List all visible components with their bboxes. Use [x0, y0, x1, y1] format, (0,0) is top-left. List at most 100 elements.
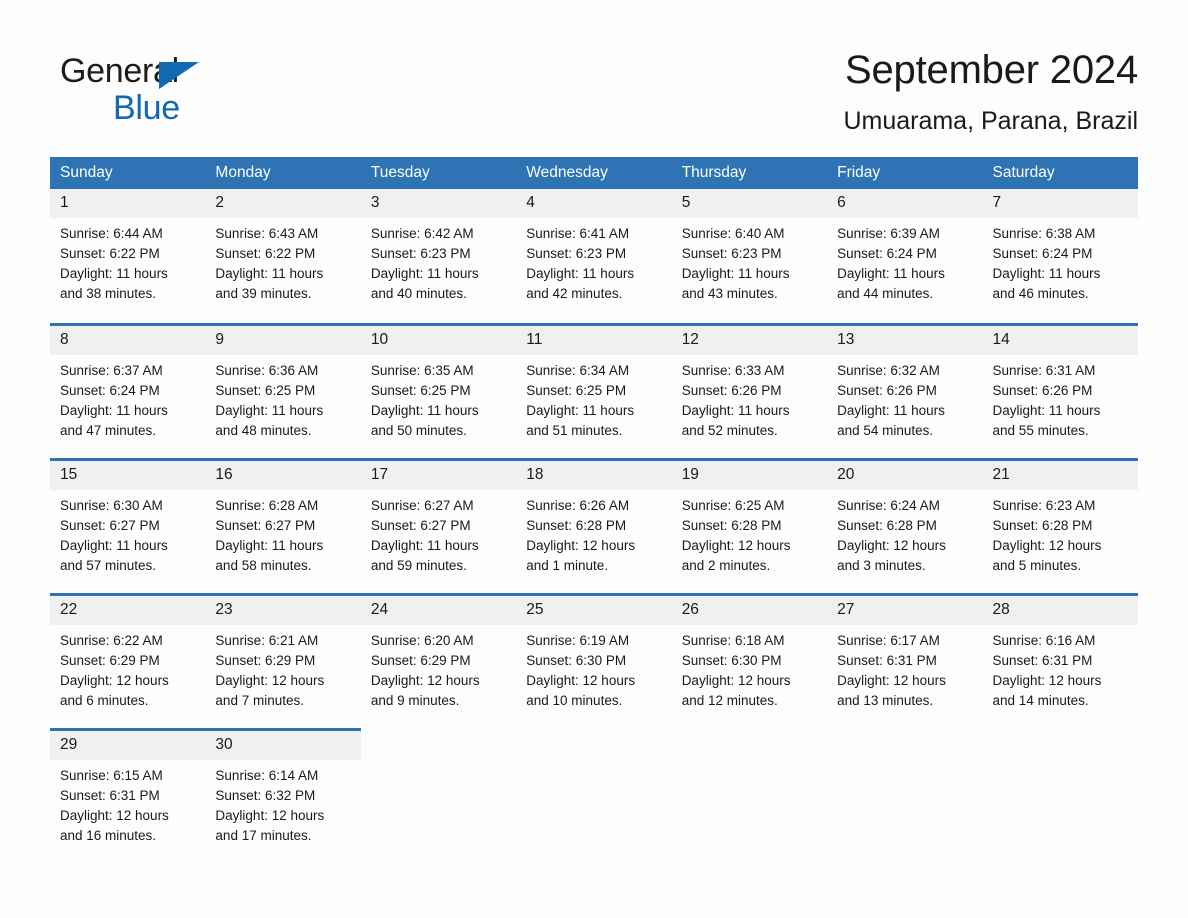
daylight-text-line2: and 12 minutes.	[681, 692, 778, 708]
sunrise-text: Sunrise: 6:44 AM	[60, 226, 163, 241]
calendar-day-cell[interactable]: 14 Sunrise: 6:31 AM Sunset: 6:26 PM Dayl…	[982, 322, 1138, 459]
day-number: 6	[827, 189, 983, 218]
daylight-text-line2: and 55 minutes.	[992, 422, 1089, 438]
weekday-header-wednesday: Wednesday	[516, 157, 672, 189]
calendar-day-cell[interactable]: 27 Sunrise: 6:17 AM Sunset: 6:31 PM Dayl…	[827, 592, 983, 729]
calendar-week-row: 1 Sunrise: 6:44 AM Sunset: 6:22 PM Dayli…	[50, 189, 1138, 324]
daylight-text-line1: Daylight: 11 hours	[370, 266, 479, 281]
daylight-text-line2: and 59 minutes.	[370, 557, 467, 573]
calendar-day-cell[interactable]: 30 Sunrise: 6:14 AM Sunset: 6:32 PM Dayl…	[205, 727, 361, 849]
calendar-day-cell[interactable]: 23 Sunrise: 6:21 AM Sunset: 6:29 PM Dayl…	[205, 592, 361, 729]
day-number: 8	[50, 325, 206, 355]
daylight-text-line2: and 43 minutes.	[681, 286, 778, 301]
daylight-text-line2: and 40 minutes.	[370, 286, 467, 301]
calendar-day-cell[interactable]: 11 Sunrise: 6:34 AM Sunset: 6:25 PM Dayl…	[516, 322, 672, 459]
calendar-day-cell[interactable]: 29 Sunrise: 6:15 AM Sunset: 6:31 PM Dayl…	[50, 727, 206, 849]
calendar-day-cell[interactable]: 16 Sunrise: 6:28 AM Sunset: 6:27 PM Dayl…	[205, 457, 361, 594]
sunset-text: Sunset: 6:23 PM	[681, 246, 782, 261]
day-number: 10	[360, 325, 517, 355]
logo-text-blue: Blue	[113, 89, 180, 127]
sunset-text: Sunset: 6:31 PM	[992, 652, 1093, 668]
calendar-day-cell[interactable]: 7 Sunrise: 6:38 AM Sunset: 6:24 PM Dayli…	[982, 189, 1138, 324]
sunrise-text: Sunrise: 6:26 AM	[526, 497, 630, 513]
weekday-header-tuesday: Tuesday	[360, 157, 517, 189]
calendar-day-cell[interactable]: 12 Sunrise: 6:33 AM Sunset: 6:26 PM Dayl…	[671, 322, 828, 459]
day-number: 4	[516, 189, 672, 218]
sunrise-text: Sunrise: 6:24 AM	[837, 497, 940, 513]
sunrise-text: Sunrise: 6:34 AM	[526, 362, 630, 378]
calendar-day-cell[interactable]: 18 Sunrise: 6:26 AM Sunset: 6:28 PM Dayl…	[516, 457, 672, 594]
daylight-text-line1: Daylight: 11 hours	[215, 402, 324, 418]
day-number: 25	[516, 595, 672, 625]
daylight-text-line2: and 38 minutes.	[60, 286, 157, 301]
calendar-day-cell-empty	[827, 729, 982, 849]
day-number	[361, 729, 516, 758]
daylight-text-line2: and 57 minutes.	[60, 557, 157, 573]
daylight-text-line1: Daylight: 11 hours	[215, 537, 324, 553]
sunset-text: Sunset: 6:26 PM	[837, 382, 937, 398]
day-number	[672, 729, 827, 758]
calendar-day-cell[interactable]: 28 Sunrise: 6:16 AM Sunset: 6:31 PM Dayl…	[982, 592, 1138, 729]
calendar-day-cell[interactable]: 3 Sunrise: 6:42 AM Sunset: 6:23 PM Dayli…	[360, 189, 517, 324]
day-number: 16	[205, 460, 361, 490]
daylight-text-line1: Daylight: 12 hours	[526, 672, 636, 688]
weekday-header-saturday: Saturday	[982, 157, 1138, 189]
sunrise-text: Sunrise: 6:21 AM	[215, 632, 319, 648]
sunrise-text: Sunrise: 6:31 AM	[992, 362, 1096, 378]
weekday-header-monday: Monday	[205, 157, 361, 189]
daylight-text-line2: and 51 minutes.	[526, 422, 623, 438]
calendar-day-cell[interactable]: 15 Sunrise: 6:30 AM Sunset: 6:27 PM Dayl…	[50, 457, 206, 594]
calendar-day-cell[interactable]: 2 Sunrise: 6:43 AM Sunset: 6:22 PM Dayli…	[205, 189, 361, 324]
day-number: 1	[50, 189, 206, 218]
daylight-text-line2: and 3 minutes.	[837, 557, 926, 573]
sunset-text: Sunset: 6:22 PM	[215, 246, 316, 261]
calendar-day-cell[interactable]: 4 Sunrise: 6:41 AM Sunset: 6:23 PM Dayli…	[516, 189, 672, 324]
sunset-text: Sunset: 6:27 PM	[215, 517, 316, 533]
sunrise-text: Sunrise: 6:38 AM	[992, 226, 1096, 241]
calendar-day-cell[interactable]: 9 Sunrise: 6:36 AM Sunset: 6:25 PM Dayli…	[205, 322, 361, 459]
day-number: 3	[360, 189, 517, 218]
calendar-week-row: 8 Sunrise: 6:37 AM Sunset: 6:24 PM Dayli…	[50, 322, 1138, 459]
sunset-text: Sunset: 6:25 PM	[370, 382, 471, 398]
daylight-text-line2: and 5 minutes.	[992, 557, 1082, 573]
sunset-text: Sunset: 6:29 PM	[60, 652, 160, 668]
daylight-text-line1: Daylight: 11 hours	[370, 537, 479, 553]
daylight-text-line2: and 13 minutes.	[837, 692, 934, 708]
sunrise-text: Sunrise: 6:40 AM	[681, 226, 785, 241]
daylight-text-line1: Daylight: 11 hours	[681, 266, 790, 281]
calendar-day-cell[interactable]: 19 Sunrise: 6:25 AM Sunset: 6:28 PM Dayl…	[671, 457, 828, 594]
daylight-text-line1: Daylight: 11 hours	[60, 402, 168, 418]
sunset-text: Sunset: 6:24 PM	[992, 246, 1093, 261]
daylight-text-line1: Daylight: 12 hours	[370, 672, 480, 688]
page-title: September 2024	[845, 48, 1138, 92]
general-blue-logo: General Blue	[60, 50, 240, 130]
sunrise-text: Sunrise: 6:19 AM	[526, 632, 630, 648]
daylight-text-line2: and 48 minutes.	[215, 422, 312, 438]
calendar-day-cell[interactable]: 24 Sunrise: 6:20 AM Sunset: 6:29 PM Dayl…	[360, 592, 517, 729]
calendar-day-cell[interactable]: 21 Sunrise: 6:23 AM Sunset: 6:28 PM Dayl…	[982, 457, 1138, 594]
calendar-day-cell[interactable]: 25 Sunrise: 6:19 AM Sunset: 6:30 PM Dayl…	[516, 592, 672, 729]
page-header: General Blue September 2024 Umuarama, Pa…	[50, 44, 1138, 149]
calendar-day-cell[interactable]: 17 Sunrise: 6:27 AM Sunset: 6:27 PM Dayl…	[360, 457, 517, 594]
sunset-text: Sunset: 6:29 PM	[370, 652, 471, 668]
calendar-day-cell[interactable]: 1 Sunrise: 6:44 AM Sunset: 6:22 PM Dayli…	[50, 189, 206, 324]
daylight-text-line2: and 17 minutes.	[215, 827, 312, 843]
calendar-day-cell[interactable]: 13 Sunrise: 6:32 AM Sunset: 6:26 PM Dayl…	[827, 322, 983, 459]
calendar-day-cell[interactable]: 22 Sunrise: 6:22 AM Sunset: 6:29 PM Dayl…	[50, 592, 206, 729]
day-number: 11	[516, 325, 672, 355]
daylight-text-line1: Daylight: 12 hours	[60, 807, 169, 823]
sunset-text: Sunset: 6:22 PM	[60, 246, 160, 261]
calendar-day-cell[interactable]: 6 Sunrise: 6:39 AM Sunset: 6:24 PM Dayli…	[827, 189, 983, 324]
calendar-body: 1 Sunrise: 6:44 AM Sunset: 6:22 PM Dayli…	[50, 189, 1138, 849]
calendar-day-cell[interactable]: 8 Sunrise: 6:37 AM Sunset: 6:24 PM Dayli…	[50, 322, 206, 459]
daylight-text-line1: Daylight: 12 hours	[837, 537, 946, 553]
calendar-day-cell[interactable]: 5 Sunrise: 6:40 AM Sunset: 6:23 PM Dayli…	[671, 189, 828, 324]
sunset-text: Sunset: 6:29 PM	[215, 652, 316, 668]
sunset-text: Sunset: 6:28 PM	[992, 517, 1093, 533]
daylight-text-line1: Daylight: 11 hours	[992, 402, 1101, 418]
daylight-text-line2: and 46 minutes.	[992, 286, 1089, 301]
calendar-day-cell[interactable]: 10 Sunrise: 6:35 AM Sunset: 6:25 PM Dayl…	[360, 322, 517, 459]
calendar-day-cell[interactable]: 26 Sunrise: 6:18 AM Sunset: 6:30 PM Dayl…	[671, 592, 828, 729]
calendar-day-cell[interactable]: 20 Sunrise: 6:24 AM Sunset: 6:28 PM Dayl…	[827, 457, 983, 594]
day-number: 26	[671, 595, 828, 625]
